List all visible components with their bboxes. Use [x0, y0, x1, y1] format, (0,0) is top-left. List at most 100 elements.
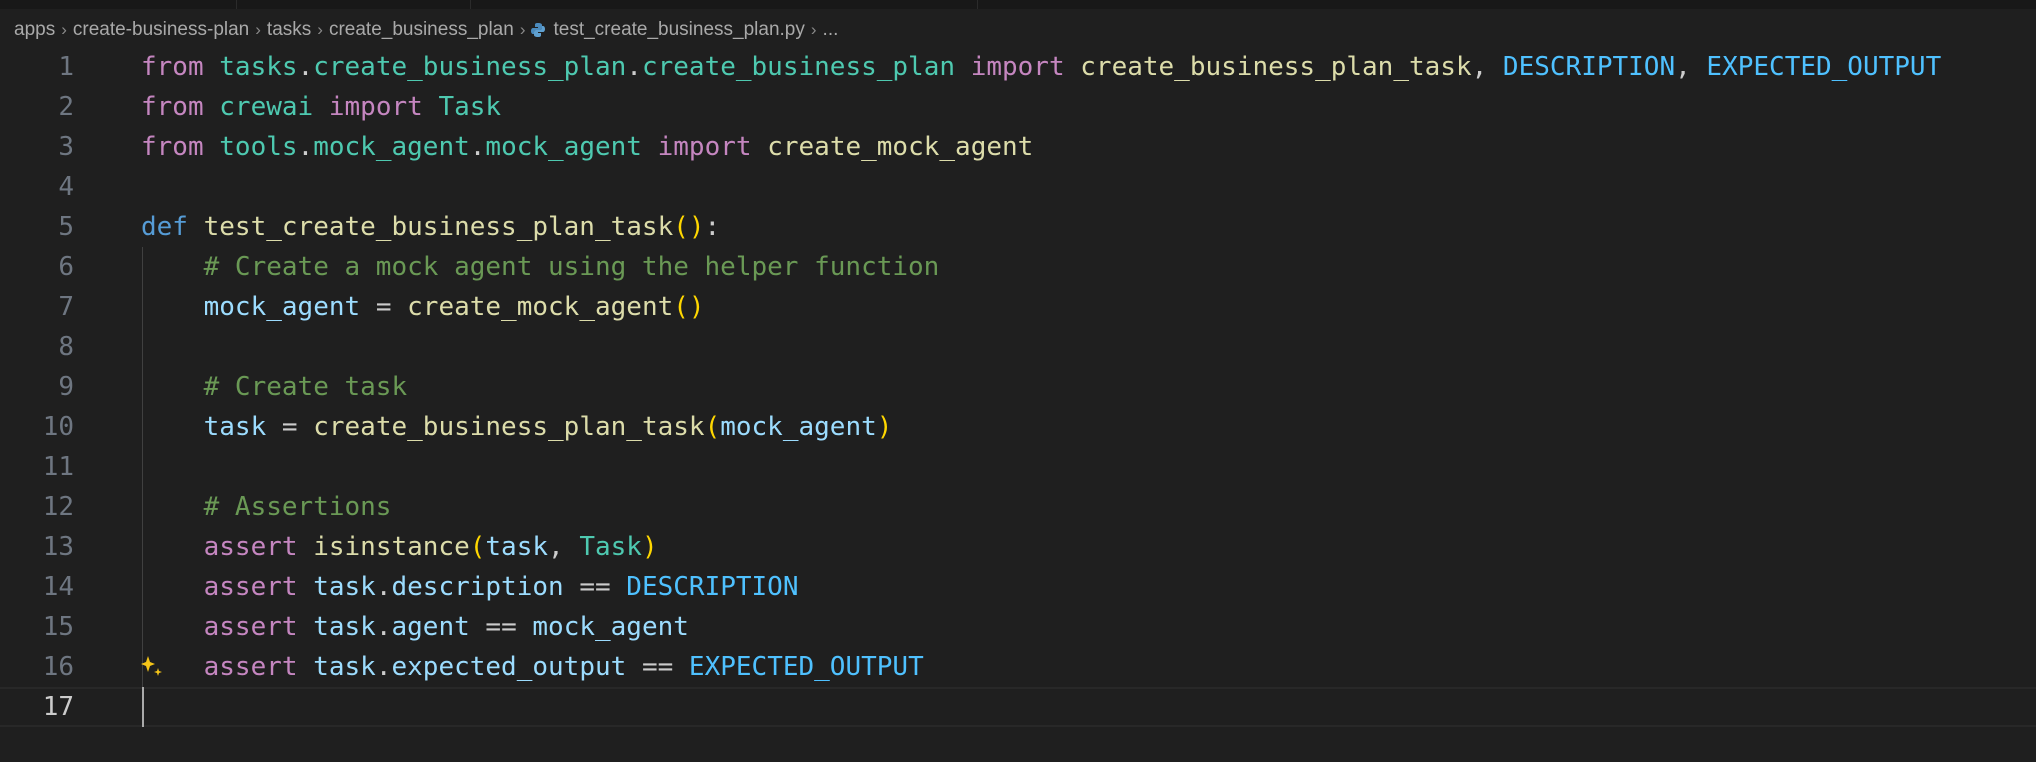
code-line[interactable]: 8 — [0, 327, 2036, 367]
code-token: mock_agent — [485, 132, 642, 162]
line-number: 5 — [58, 212, 74, 242]
indent-guide — [142, 327, 143, 367]
code-token: task — [313, 652, 376, 682]
code-token: mock_agent — [203, 292, 361, 322]
code-token: from — [141, 92, 204, 122]
breadcrumb-item-symbols[interactable]: ... — [823, 19, 839, 41]
code-token: . — [297, 52, 314, 82]
breadcrumb-item-file[interactable]: test_create_business_plan.py — [553, 19, 804, 41]
code-token: create_business_plan — [641, 52, 956, 82]
code-token: import — [328, 92, 423, 122]
code-token: assert — [203, 652, 298, 682]
chevron-right-icon: › — [61, 20, 67, 39]
breadcrumb: apps › create-business-plan › tasks › cr… — [14, 14, 838, 46]
code-token: Task — [438, 92, 502, 122]
code-line[interactable]: 7 mock_agent = create_mock_agent() — [0, 287, 2036, 327]
code-line[interactable]: 5 def test_create_business_plan_task(): — [0, 207, 2036, 247]
line-code: task = create_business_plan_task(mock_ag… — [141, 407, 893, 447]
code-line[interactable]: 11 — [0, 447, 2036, 487]
code-token: create_business_plan_task — [1080, 52, 1472, 82]
line-code: # Create task — [141, 367, 408, 407]
code-token: create_mock_agent — [407, 292, 674, 322]
code-line[interactable]: 12 # Assertions — [0, 487, 2036, 527]
code-line[interactable]: 2 from crewai import Task — [0, 87, 2036, 127]
line-number: 8 — [58, 332, 74, 362]
line-number: 17 — [42, 692, 74, 722]
code-token: create_business_plan_task — [313, 412, 705, 442]
code-line[interactable]: 17 — [0, 687, 2036, 727]
line-code: assert task.description == DESCRIPTION — [141, 567, 799, 607]
code-token: () — [673, 212, 705, 242]
line-number: 14 — [42, 572, 74, 602]
line-number: 10 — [42, 412, 74, 442]
code-token: == — [563, 572, 627, 602]
code-token: tasks — [219, 52, 298, 82]
code-token: == — [626, 652, 689, 682]
code-token: mock_agent — [720, 412, 877, 442]
line-code: # Create a mock agent using the helper f… — [141, 247, 940, 287]
code-token: isinstance — [313, 532, 470, 562]
breadcrumb-item-tasks[interactable]: tasks — [267, 19, 311, 41]
line-code: assert isinstance(task, Task) — [141, 527, 658, 567]
line-number: 12 — [42, 492, 74, 522]
code-token: . — [375, 652, 392, 682]
code-token: from — [141, 132, 204, 162]
code-line[interactable]: 6 # Create a mock agent using the helper… — [0, 247, 2036, 287]
breadcrumb-item-create-business-plan-folder[interactable]: create_business_plan — [329, 19, 514, 41]
code-token: mock_agent — [532, 612, 689, 642]
breadcrumb-item-apps[interactable]: apps — [14, 19, 55, 41]
line-number: 11 — [42, 452, 74, 482]
indent-guide — [142, 447, 143, 487]
line-number: 6 — [58, 252, 74, 282]
code-line[interactable]: 10 task = create_business_plan_task(mock… — [0, 407, 2036, 447]
code-token: ( — [704, 412, 721, 442]
chevron-right-icon: › — [519, 20, 526, 39]
code-token: assert — [203, 572, 298, 602]
code-token: , — [1471, 52, 1503, 82]
line-code: from crewai import Task — [141, 87, 501, 127]
code-line[interactable]: 1 from tasks.create_business_plan.create_… — [0, 47, 2036, 87]
breadcrumb-item-create-business-plan[interactable]: create-business-plan — [73, 19, 249, 41]
code-token: . — [626, 52, 642, 82]
code-token: # Create task — [203, 372, 408, 402]
code-token: agent — [391, 612, 470, 642]
code-token: import — [657, 132, 752, 162]
code-token: . — [375, 612, 392, 642]
line-number: 16 — [42, 652, 74, 682]
code-token: crewai — [219, 92, 314, 122]
code-token: , — [548, 532, 580, 562]
code-token: create_mock_agent — [767, 132, 1034, 162]
code-line[interactable]: 14 assert task.description == DESCRIPTIO… — [0, 567, 2036, 607]
code-line[interactable]: 9 # Create task — [0, 367, 2036, 407]
code-token: . — [297, 132, 314, 162]
code-line[interactable]: 13 assert isinstance(task, Task) — [0, 527, 2036, 567]
line-code: # Assertions — [141, 487, 392, 527]
text-cursor — [142, 687, 144, 727]
line-code: assert task.agent == mock_agent — [141, 607, 689, 647]
line-number: 15 — [42, 612, 74, 642]
code-line[interactable]: 15 assert task.agent == mock_agent — [0, 607, 2036, 647]
code-token: = — [360, 292, 408, 322]
code-line[interactable]: 16 assert task.expected_output == EXPECT… — [0, 647, 2036, 687]
code-token: create_business_plan — [313, 52, 627, 82]
code-token: expected_output — [391, 652, 627, 682]
code-token: () — [673, 292, 705, 322]
line-code: from tools.mock_agent.mock_agent import … — [141, 127, 1033, 167]
code-token: test_create_business_plan_task — [203, 212, 674, 242]
code-token: # Assertions — [203, 492, 392, 522]
code-editor[interactable]: 1 from tasks.create_business_plan.create_… — [0, 47, 2036, 727]
code-token: DESCRIPTION — [626, 572, 799, 602]
code-line[interactable]: 4 — [0, 167, 2036, 207]
code-line[interactable]: 3 from tools.mock_agent.mock_agent import… — [0, 127, 2036, 167]
